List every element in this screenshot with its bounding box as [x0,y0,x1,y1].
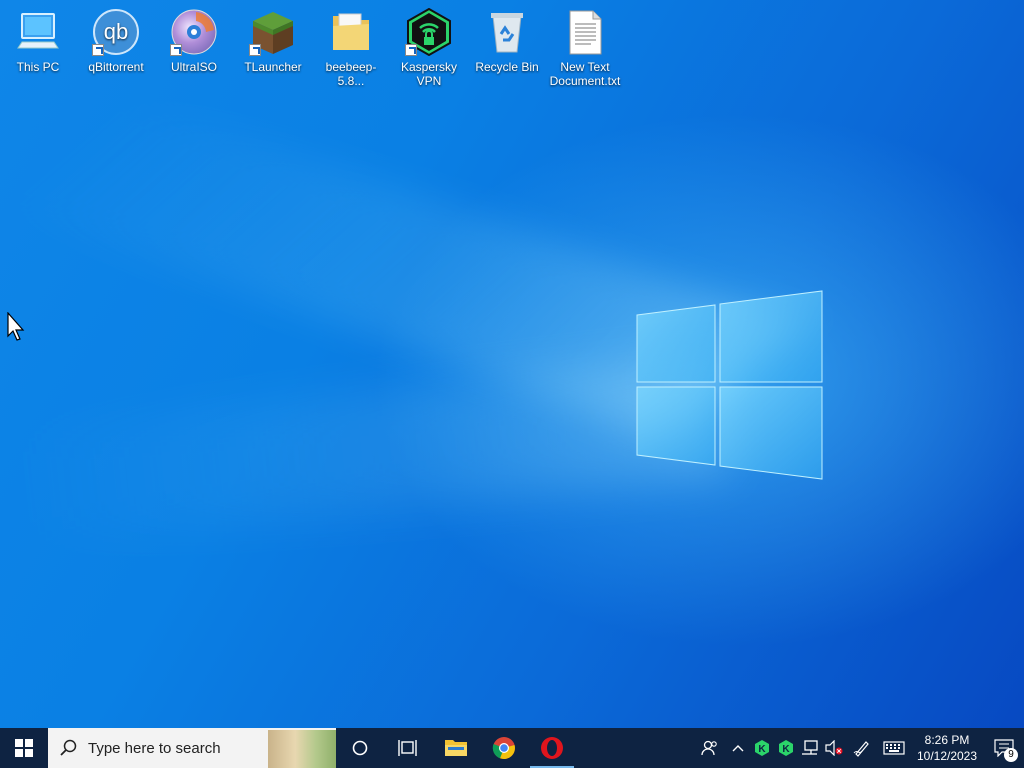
start-button[interactable] [0,728,48,768]
desktop-icon-beebeep-folder[interactable]: beebeep-5.8... [313,6,389,88]
search-highlight-illustration[interactable] [268,730,336,768]
svg-text:K: K [758,744,766,755]
pen-workspace-button[interactable] [846,728,878,768]
search-icon [48,739,88,757]
chrome-icon [492,737,515,760]
minecraft-grass-block-icon [249,8,297,56]
shortcut-arrow-icon [249,44,261,56]
cortana-circle-icon [352,740,368,756]
opera-button[interactable] [528,728,576,768]
people-icon [701,740,717,756]
chrome-button[interactable] [480,728,528,768]
clock-date: 10/12/2023 [916,749,978,763]
mouse-cursor-icon [7,312,25,341]
cortana-button[interactable] [336,728,384,768]
desktop-wallpaper[interactable]: This PC qb qBittorrent UltraISO TLaunche… [0,0,1024,728]
computer-icon [14,8,62,56]
recycle-bin-icon [483,8,531,56]
desktop-icon-recycle-bin[interactable]: Recycle Bin [469,6,545,74]
windows-logo-wallpaper [636,290,823,480]
kaspersky-vpn-tray-button[interactable]: K [774,728,798,768]
action-center-button[interactable]: 9 [984,728,1024,768]
text-document-icon [561,8,609,56]
desktop-icon-ultraiso[interactable]: UltraISO [156,6,232,74]
disc-icon [170,8,218,56]
pen-icon [853,741,869,757]
svg-text:K: K [782,744,790,755]
shortcut-arrow-icon [92,44,104,56]
desktop-icon-this-pc[interactable]: This PC [0,6,76,74]
folder-icon [445,740,467,756]
folder-icon [327,8,375,56]
taskbar: Type here to search K K 8:26 PM 10/12/20… [0,728,1024,768]
volume-button[interactable] [822,728,846,768]
volume-muted-icon [825,740,843,756]
kaspersky-vpn-icon [405,7,453,57]
chevron-up-icon [732,745,744,752]
desktop-icon-kaspersky-vpn[interactable]: Kaspersky VPN [391,6,467,88]
desktop-icon-qbittorrent[interactable]: qb qBittorrent [78,6,154,74]
system-tray: K K 8:26 PM 10/12/2023 9 [694,728,1024,768]
notification-count-badge: 9 [1004,748,1018,762]
kaspersky-tray-icon: K [755,740,769,756]
kaspersky-vpn-tray-icon: K [779,740,793,756]
task-view-icon [398,740,417,756]
people-button[interactable] [694,728,726,768]
search-placeholder: Type here to search [88,739,221,757]
light-beam-lower [0,354,729,550]
opera-icon [541,737,563,759]
file-explorer-button[interactable] [432,728,480,768]
kaspersky-tray-button[interactable]: K [750,728,774,768]
taskbar-search-box[interactable]: Type here to search [48,728,336,768]
qbittorrent-icon: qb [92,8,140,56]
windows-start-icon [15,739,33,757]
task-view-button[interactable] [384,728,432,768]
touch-keyboard-button[interactable] [878,728,910,768]
network-icon [802,740,818,755]
taskbar-clock[interactable]: 8:26 PM 10/12/2023 [910,732,984,764]
show-hidden-icons-button[interactable] [726,728,750,768]
network-button[interactable] [798,728,822,768]
desktop-icon-new-text-document[interactable]: New Text Document.txt [547,6,623,88]
clock-time: 8:26 PM [924,733,970,747]
shortcut-arrow-icon [405,44,417,56]
shortcut-arrow-icon [170,44,182,56]
svg-text:qb: qb [104,19,128,44]
keyboard-icon [883,741,905,755]
desktop-icon-tlauncher[interactable]: TLauncher [235,6,311,74]
